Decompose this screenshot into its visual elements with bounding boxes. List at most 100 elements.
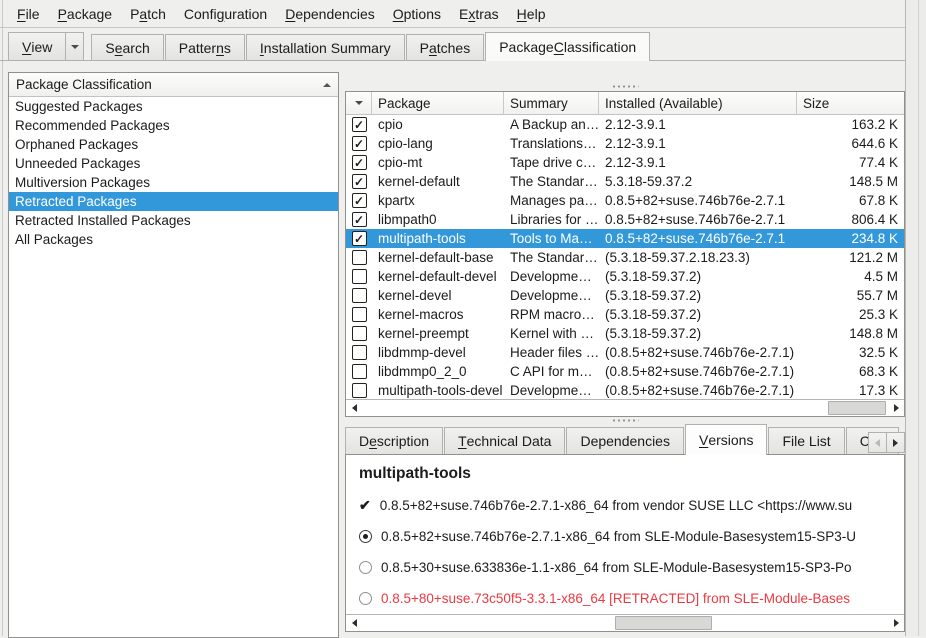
table-row[interactable]: ✓cpio-mtTape drive c…2.12-3.9.177.4 K <box>346 153 904 172</box>
package-checkbox[interactable]: ✓ <box>352 155 367 170</box>
cell-installed: (5.3.18-59.37.2) <box>599 326 797 341</box>
cell-size: 148.5 M <box>797 174 904 189</box>
version-entry[interactable]: 0.8.5+82+suse.746b76e-2.7.1-x86_64 from … <box>359 527 904 545</box>
versions-panel: multipath-tools ✔0.8.5+82+suse.746b76e-2… <box>345 454 905 632</box>
scrollbar-thumb[interactable] <box>615 616 712 630</box>
menu-patch[interactable]: Patch <box>121 2 175 26</box>
table-row[interactable]: ✓libmpath0Libraries for …0.8.5+82+suse.7… <box>346 210 904 229</box>
menu-file[interactable]: File <box>8 2 49 26</box>
tab-scroll-left-button[interactable] <box>868 432 887 453</box>
scroll-left-button[interactable] <box>346 615 362 630</box>
table-row[interactable]: ✓kernel-defaultThe Standar…5.3.18-59.37.… <box>346 172 904 191</box>
package-checkbox[interactable] <box>352 307 367 322</box>
detail-tab-description[interactable]: Description <box>345 427 443 454</box>
sidebar-item-retracted-installed-packages[interactable]: Retracted Installed Packages <box>9 211 338 230</box>
version-entry[interactable]: 0.8.5+80+suse.73c50f5-3.3.1-x86_64 [RETR… <box>359 589 904 607</box>
package-checkbox[interactable]: ✓ <box>352 212 367 227</box>
package-checkbox[interactable] <box>352 250 367 265</box>
version-radio[interactable] <box>359 561 372 574</box>
package-checkbox[interactable]: ✓ <box>352 193 367 208</box>
sidebar-item-retracted-packages[interactable]: Retracted Packages <box>9 192 338 211</box>
column-header-status[interactable] <box>346 92 372 114</box>
tab-scroll-right-button[interactable] <box>887 432 905 453</box>
table-row[interactable]: libdmmp0_2_0C API for m…(0.8.5+82+suse.7… <box>346 362 904 381</box>
scroll-left-button[interactable] <box>346 400 362 415</box>
package-checkbox[interactable] <box>352 269 367 284</box>
package-checkbox[interactable]: ✓ <box>352 136 367 151</box>
package-checkbox[interactable]: ✓ <box>352 117 367 132</box>
table-row[interactable]: ✓kpartxManages pa…0.8.5+82+suse.746b76e-… <box>346 191 904 210</box>
cell-summary: Kernel with … <box>504 326 599 341</box>
splitter-handle-top[interactable] <box>612 85 639 88</box>
cell-installed: (0.8.5+82+suse.746b76e-2.7.1) <box>599 364 797 379</box>
tab-search[interactable]: Search <box>91 34 163 60</box>
table-row[interactable]: kernel-default-baseThe Standar…(5.3.18-5… <box>346 248 904 267</box>
version-radio[interactable] <box>359 592 372 605</box>
window-right-scrollbar-strip[interactable] <box>905 0 926 636</box>
column-header-summary[interactable]: Summary <box>504 92 599 114</box>
tab-patches[interactable]: Patches <box>406 34 485 60</box>
column-header-package[interactable]: Package <box>372 92 504 114</box>
package-checkbox[interactable] <box>352 364 367 379</box>
table-row[interactable]: kernel-default-develDevelopme…(5.3.18-59… <box>346 267 904 286</box>
column-header-size[interactable]: Size <box>797 92 904 114</box>
table-row[interactable]: ✓cpio-langTranslations…2.12-3.9.1644.6 K <box>346 134 904 153</box>
view-menu-label: View <box>9 33 65 60</box>
view-menu-button[interactable]: View <box>8 32 84 60</box>
table-row[interactable]: ✓multipath-toolsTools to Ma…0.8.5+82+sus… <box>346 229 904 248</box>
cell-package: kpartx <box>372 193 504 208</box>
cell-size: 25.3 K <box>797 307 904 322</box>
version-entry[interactable]: 0.8.5+30+suse.633836e-1.1-x86_64 from SL… <box>359 558 904 576</box>
column-header-installed-available[interactable]: Installed (Available) <box>599 92 797 114</box>
table-row[interactable]: kernel-develDevelopme…(5.3.18-59.37.2)55… <box>346 286 904 305</box>
detail-tab-technical-data[interactable]: Technical Data <box>444 427 565 454</box>
cell-package: multipath-tools-devel <box>372 383 504 398</box>
sidebar-item-suggested-packages[interactable]: Suggested Packages <box>9 97 338 116</box>
scrollbar-thumb[interactable] <box>828 401 886 415</box>
cell-size: 163.2 K <box>797 117 904 132</box>
scroll-right-button[interactable] <box>888 615 904 630</box>
version-entry[interactable]: ✔0.8.5+82+suse.746b76e-2.7.1-x86_64 from… <box>359 496 904 514</box>
sidebar-item-all-packages[interactable]: All Packages <box>9 230 338 249</box>
table-row[interactable]: libdmmp-develHeader files …(0.8.5+82+sus… <box>346 343 904 362</box>
classification-header[interactable]: Package Classification <box>9 73 338 97</box>
menu-package[interactable]: Package <box>49 2 122 26</box>
table-row[interactable]: kernel-preemptKernel with …(5.3.18-59.37… <box>346 324 904 343</box>
menu-configuration[interactable]: Configuration <box>175 2 276 26</box>
package-checkbox[interactable]: ✓ <box>352 174 367 189</box>
detail-tab-file-list[interactable]: File List <box>768 427 844 454</box>
cell-installed: (5.3.18-59.37.2.18.23.3) <box>599 250 797 265</box>
detail-tab-dependencies[interactable]: Dependencies <box>566 427 684 454</box>
table-row[interactable]: ✓cpioA Backup an…2.12-3.9.1163.2 K <box>346 115 904 134</box>
tab-patterns[interactable]: Patterns <box>165 34 245 60</box>
version-radio[interactable] <box>359 530 372 543</box>
sort-ascending-icon <box>323 83 331 87</box>
detail-tab-versions[interactable]: Versions <box>685 424 767 455</box>
package-checkbox[interactable]: ✓ <box>352 231 367 246</box>
splitter-handle-middle[interactable] <box>612 419 639 422</box>
menu-dependencies[interactable]: Dependencies <box>276 2 384 26</box>
menu-extras[interactable]: Extras <box>450 2 508 26</box>
package-checkbox[interactable] <box>352 326 367 341</box>
menu-options[interactable]: Options <box>384 2 450 26</box>
menu-bar: FilePackagePatchConfigurationDependencie… <box>0 0 905 28</box>
sidebar-item-orphaned-packages[interactable]: Orphaned Packages <box>9 135 338 154</box>
tab-package-classification[interactable]: Package Classification <box>485 32 650 61</box>
scroll-right-button[interactable] <box>888 400 904 415</box>
table-row[interactable]: multipath-tools-develDevelopme…(0.8.5+82… <box>346 381 904 399</box>
sidebar-item-unneeded-packages[interactable]: Unneeded Packages <box>9 154 338 173</box>
versions-hscrollbar <box>346 614 904 631</box>
cell-summary: The Standar… <box>504 174 599 189</box>
view-dropdown-arrow-icon[interactable] <box>65 33 83 60</box>
menu-help[interactable]: Help <box>508 2 555 26</box>
sidebar-item-recommended-packages[interactable]: Recommended Packages <box>9 116 338 135</box>
cell-summary: Tape drive c… <box>504 155 599 170</box>
package-checkbox[interactable] <box>352 345 367 360</box>
tab-installation-summary[interactable]: Installation Summary <box>246 34 405 60</box>
package-checkbox[interactable] <box>352 288 367 303</box>
package-checkbox[interactable] <box>352 383 367 398</box>
cell-installed: (5.3.18-59.37.2) <box>599 269 797 284</box>
sidebar-item-multiversion-packages[interactable]: Multiversion Packages <box>9 173 338 192</box>
cell-size: 17.3 K <box>797 383 904 398</box>
table-row[interactable]: kernel-macrosRPM macro…(5.3.18-59.37.2)2… <box>346 305 904 324</box>
